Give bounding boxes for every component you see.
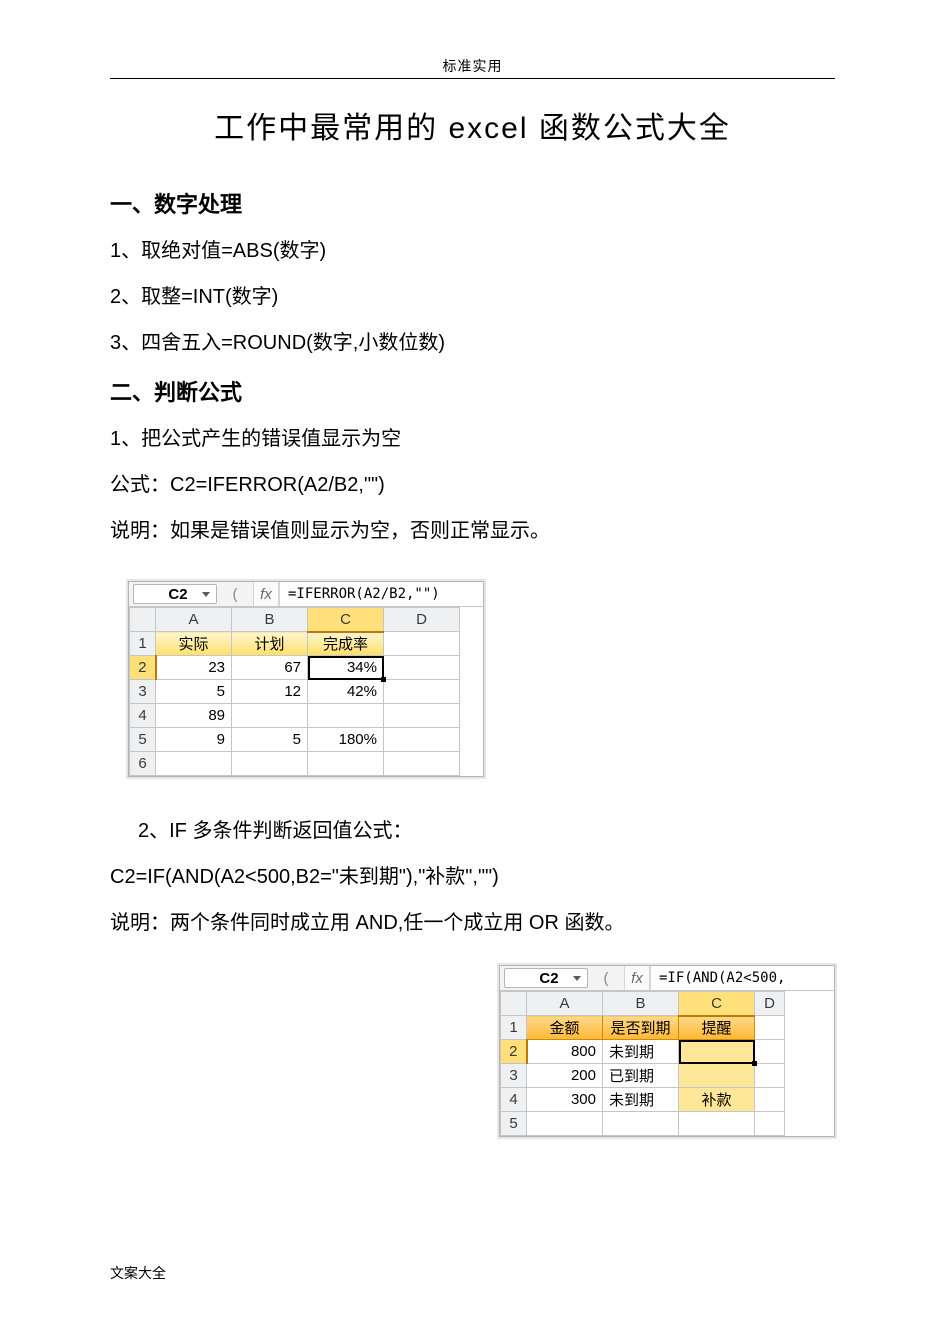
- excel1-r6-b[interactable]: [232, 752, 308, 776]
- s2-formula-1: 公式：C2=IFERROR(A2/B2,""): [110, 471, 835, 499]
- excel2-grid[interactable]: A B C D 1 金额 是否到期 提醒 2 800 未到期 3 20: [500, 991, 785, 1136]
- excel2-col-c[interactable]: C: [679, 992, 755, 1016]
- excel1-r4-d[interactable]: [384, 704, 460, 728]
- excel1-row-6[interactable]: 6: [130, 752, 156, 776]
- document-page: 标准实用 工作中最常用的 excel 函数公式大全 一、数字处理 1、取绝对值=…: [0, 0, 945, 1197]
- excel1-r3-c[interactable]: 42%: [308, 680, 384, 704]
- excel1-hdr-b[interactable]: 计划: [232, 632, 308, 656]
- s1-item-1: 1、取绝对值=ABS(数字): [110, 237, 835, 265]
- excel1-r5-d[interactable]: [384, 728, 460, 752]
- page-header-label: 标准实用: [110, 56, 835, 76]
- excel2-col-d[interactable]: D: [755, 992, 785, 1016]
- excel1-r4-a[interactable]: 89: [156, 704, 232, 728]
- s2-formula-2: C2=IF(AND(A2<500,B2="未到期"),"补款",""): [110, 863, 835, 891]
- excel1-r4-b[interactable]: [232, 704, 308, 728]
- excel2-corner[interactable]: [501, 992, 527, 1016]
- excel1-r2-d[interactable]: [384, 656, 460, 680]
- excel1-name-box[interactable]: C2: [133, 584, 217, 604]
- excel1-r2-c-active[interactable]: 34%: [308, 656, 384, 680]
- excel2-top-bar: C2 ( fx =IF(AND(A2<500,: [500, 966, 834, 991]
- section-1-heading: 一、数字处理: [110, 187, 835, 219]
- s2-item-2: 2、IF 多条件判断返回值公式：: [110, 817, 835, 845]
- excel2-row-5[interactable]: 5: [501, 1112, 527, 1136]
- excel2-r5-c[interactable]: [679, 1112, 755, 1136]
- excel1-r5-c[interactable]: 180%: [308, 728, 384, 752]
- excel2-formula-bar[interactable]: =IF(AND(A2<500,: [650, 966, 834, 990]
- s2-note-2: 说明：两个条件同时成立用 AND,任一个成立用 OR 函数。: [110, 909, 835, 937]
- excel2-name-box[interactable]: C2: [504, 968, 588, 988]
- excel1-r6-a[interactable]: [156, 752, 232, 776]
- excel1-row-5[interactable]: 5: [130, 728, 156, 752]
- excel2-row-4[interactable]: 4: [501, 1088, 527, 1112]
- excel2-r4-b[interactable]: 未到期: [603, 1088, 679, 1112]
- excel1-r4-c[interactable]: [308, 704, 384, 728]
- excel2-col-b[interactable]: B: [603, 992, 679, 1016]
- excel1-col-c[interactable]: C: [308, 608, 384, 632]
- excel2-hdr-a[interactable]: 金额: [527, 1016, 603, 1040]
- excel1-r3-b[interactable]: 12: [232, 680, 308, 704]
- excel1-formula-bar[interactable]: =IFERROR(A2/B2,""): [279, 582, 483, 606]
- excel1-col-a[interactable]: A: [156, 608, 232, 632]
- excel1-r2-b[interactable]: 67: [232, 656, 308, 680]
- excel2-r3-a[interactable]: 200: [527, 1064, 603, 1088]
- excel1-r2-a[interactable]: 23: [156, 656, 232, 680]
- excel2-r2-c-active[interactable]: [679, 1040, 755, 1064]
- s2-item-1: 1、把公式产生的错误值显示为空: [110, 425, 835, 453]
- excel2-r4-d[interactable]: [755, 1088, 785, 1112]
- excel1-row-2[interactable]: 2: [130, 656, 156, 680]
- excel2-col-a[interactable]: A: [527, 992, 603, 1016]
- s1-item-3: 3、四舍五入=ROUND(数字,小数位数): [110, 329, 835, 357]
- excel2-r3-b[interactable]: 已到期: [603, 1064, 679, 1088]
- excel2-r3-c[interactable]: [679, 1064, 755, 1088]
- excel1-col-d[interactable]: D: [384, 608, 460, 632]
- section-2-heading: 二、判断公式: [110, 375, 835, 407]
- header-divider: [110, 78, 835, 79]
- excel2-hdr-c[interactable]: 提醒: [679, 1016, 755, 1040]
- excel2-r3-d[interactable]: [755, 1064, 785, 1088]
- excel1-grid[interactable]: A B C D 1 实际 计划 完成率 2 23 67 34% 3 5: [129, 607, 460, 776]
- excel2-r2-b[interactable]: 未到期: [603, 1040, 679, 1064]
- excel2-row-2[interactable]: 2: [501, 1040, 527, 1064]
- excel2-r5-b[interactable]: [603, 1112, 679, 1136]
- excel1-corner[interactable]: [130, 608, 156, 632]
- excel2-r5-a[interactable]: [527, 1112, 603, 1136]
- excel2-r1-d[interactable]: [755, 1016, 785, 1040]
- excel1-r3-a[interactable]: 5: [156, 680, 232, 704]
- excel2-r5-d[interactable]: [755, 1112, 785, 1136]
- excel1-col-b[interactable]: B: [232, 608, 308, 632]
- excel2-r2-d[interactable]: [755, 1040, 785, 1064]
- excel2-r4-a[interactable]: 300: [527, 1088, 603, 1112]
- excel1-r5-b[interactable]: 5: [232, 728, 308, 752]
- fx-icon[interactable]: fx: [624, 966, 650, 990]
- excel1-r6-c[interactable]: [308, 752, 384, 776]
- excel1-r3-d[interactable]: [384, 680, 460, 704]
- excel1-open-paren: (: [217, 582, 253, 606]
- s2-note-1: 说明：如果是错误值则显示为空，否则正常显示。: [110, 517, 835, 545]
- excel1-r6-d[interactable]: [384, 752, 460, 776]
- excel1-top-bar: C2 ( fx =IFERROR(A2/B2,""): [129, 582, 483, 607]
- page-footer-label: 文案大全: [110, 1263, 166, 1283]
- excel1-hdr-a[interactable]: 实际: [156, 632, 232, 656]
- excel2-r4-c[interactable]: 补款: [679, 1088, 755, 1112]
- document-title: 工作中最常用的 excel 函数公式大全: [110, 103, 835, 147]
- excel1-row-3[interactable]: 3: [130, 680, 156, 704]
- excel1-r5-a[interactable]: 9: [156, 728, 232, 752]
- fx-icon[interactable]: fx: [253, 582, 279, 606]
- excel1-row-4[interactable]: 4: [130, 704, 156, 728]
- excel2-row-1[interactable]: 1: [501, 1016, 527, 1040]
- excel1-row-1[interactable]: 1: [130, 632, 156, 656]
- excel1-hdr-c[interactable]: 完成率: [308, 632, 384, 656]
- excel-fragment-1: C2 ( fx =IFERROR(A2/B2,"") A B C D 1 实际 …: [128, 581, 484, 777]
- excel2-r2-a[interactable]: 800: [527, 1040, 603, 1064]
- excel1-r1-d[interactable]: [384, 632, 460, 656]
- excel-fragment-2: C2 ( fx =IF(AND(A2<500, A B C D 1 金额 是否到…: [499, 965, 835, 1137]
- excel2-row-3[interactable]: 3: [501, 1064, 527, 1088]
- excel2-open-paren: (: [588, 966, 624, 990]
- excel2-hdr-b[interactable]: 是否到期: [603, 1016, 679, 1040]
- s1-item-2: 2、取整=INT(数字): [110, 283, 835, 311]
